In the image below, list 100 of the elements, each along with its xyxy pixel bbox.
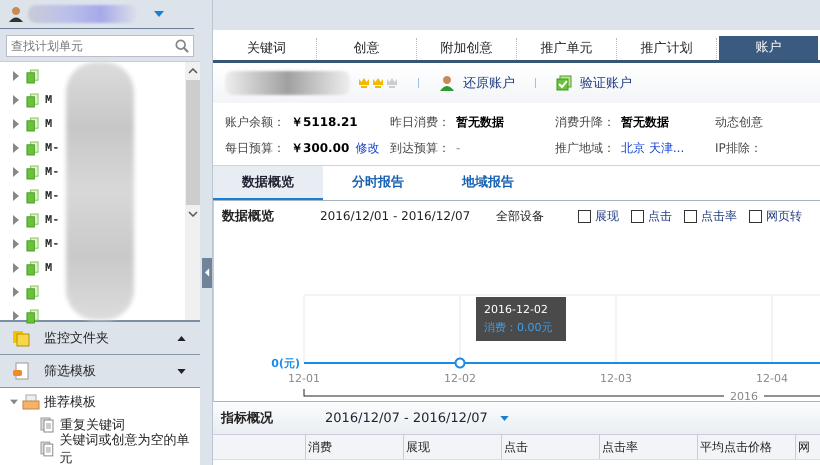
- collapse-handle[interactable]: [202, 258, 212, 288]
- data-point[interactable]: [454, 358, 466, 368]
- scroll-down-icon[interactable]: [188, 211, 198, 217]
- section-title[interactable]: 监控文件夹: [44, 329, 163, 347]
- tree-item-label[interactable]: M: [45, 93, 52, 107]
- template-item-label[interactable]: 关键词或创意为空的单元: [60, 431, 200, 465]
- crown-icon: [386, 77, 398, 89]
- axis-label: 12-01: [288, 372, 320, 385]
- user-icon: [8, 5, 24, 23]
- metric-label[interactable]: 点击: [648, 208, 672, 224]
- axis-label: 0(元): [271, 357, 300, 370]
- field-label: 昨日消费：: [390, 114, 450, 130]
- tab[interactable]: 创意: [317, 38, 417, 60]
- report-tab[interactable]: 数据概览: [213, 166, 323, 200]
- checkbox[interactable]: [684, 210, 697, 222]
- search-field[interactable]: 查找计划单元: [6, 35, 194, 57]
- field-label: 动态创意: [715, 114, 763, 130]
- template-group-label[interactable]: 推荐模板: [44, 393, 96, 411]
- region-link[interactable]: 北京 天津...: [621, 140, 684, 156]
- metric-label[interactable]: 点击率: [701, 208, 737, 224]
- tree-item-label[interactable]: M-: [45, 189, 60, 203]
- column-header[interactable]: 消费: [305, 435, 403, 459]
- account-action-link[interactable]: 还原账户: [463, 74, 515, 92]
- inbox-icon: [22, 394, 40, 410]
- checkbox[interactable]: [578, 210, 591, 222]
- field-value: 暂无数据: [621, 114, 669, 130]
- crown-icon: [358, 77, 370, 89]
- section-title[interactable]: 筛选模板: [44, 362, 163, 380]
- campaign-icon: [26, 164, 39, 180]
- dropdown-arrow-icon[interactable]: [500, 416, 509, 420]
- field-value: ￥300.00: [291, 140, 350, 156]
- field-value: ￥5118.21: [291, 114, 358, 130]
- axis-label: 12-02: [444, 372, 476, 385]
- column-header[interactable]: 展现: [403, 435, 501, 459]
- person-icon: [439, 75, 455, 91]
- field-label: 消费升降：: [555, 114, 615, 130]
- field-label: 账户余额：: [225, 114, 285, 130]
- column-header[interactable]: 平均点击价格: [697, 435, 795, 459]
- tree-item-label[interactable]: M: [45, 117, 52, 131]
- scrollbar[interactable]: [185, 62, 200, 320]
- tree-item-label[interactable]: M-: [45, 141, 60, 155]
- checkbox[interactable]: [749, 210, 762, 222]
- tab[interactable]: 附加创意: [417, 38, 517, 60]
- scroll-up-icon[interactable]: [188, 68, 198, 74]
- tree-item-label[interactable]: M-: [45, 213, 60, 227]
- field-label: 到达预算：: [390, 140, 450, 156]
- checkbox[interactable]: [631, 210, 644, 222]
- tab[interactable]: 推广计划: [617, 38, 717, 60]
- field-label: 推广地域：: [555, 140, 615, 156]
- campaign-icon: [26, 188, 39, 204]
- tooltip-title: 2016-12-02: [484, 302, 549, 318]
- campaign-icon: [26, 140, 39, 156]
- folder-icon: [12, 329, 30, 347]
- document-icon: [40, 417, 54, 433]
- report-tab[interactable]: 分时报告: [323, 166, 433, 200]
- field-label: IP排除：: [715, 140, 762, 156]
- column-header[interactable]: 点击率: [599, 435, 697, 459]
- tab[interactable]: 关键词: [217, 38, 317, 60]
- expand-arrow-icon[interactable]: [177, 336, 186, 340]
- left-arrow-icon[interactable]: [204, 268, 210, 277]
- collapse-arrow-icon[interactable]: [177, 368, 186, 374]
- date-range: 2016/12/01 - 2016/12/07: [320, 209, 472, 223]
- account-action-link[interactable]: 验证账户: [580, 74, 632, 92]
- campaign-icon: [26, 212, 39, 228]
- dropdown-arrow-icon[interactable]: [154, 11, 164, 17]
- axis-label: 12-04: [756, 372, 788, 385]
- column-header[interactable]: 网: [795, 435, 820, 459]
- field-label: 每日预算：: [225, 140, 285, 156]
- tree-item-label[interactable]: M-: [45, 237, 60, 251]
- template-item-label[interactable]: 重复关键词: [60, 416, 125, 434]
- campaign-icon: [26, 116, 39, 132]
- campaign-icon: [26, 236, 39, 252]
- field-value: 暂无数据: [456, 114, 504, 130]
- section-title: 数据概览: [222, 208, 275, 225]
- metric-label[interactable]: 展现: [595, 208, 619, 224]
- tooltip-value: 消费：0.00元: [484, 320, 554, 336]
- edit-link[interactable]: 修改: [355, 140, 380, 156]
- device-filter[interactable]: 全部设备: [496, 208, 578, 224]
- axis-label: 2016: [730, 390, 758, 401]
- metric-label[interactable]: 网页转: [766, 208, 802, 224]
- crown-icon: [372, 77, 384, 89]
- tab[interactable]: 推广单元: [517, 38, 617, 60]
- campaign-icon: [26, 260, 39, 276]
- section-title: 指标概况: [221, 410, 274, 427]
- tree-item-label[interactable]: M: [45, 261, 52, 275]
- date-range[interactable]: 2016/12/07 - 2016/12/07: [325, 410, 488, 426]
- column-header[interactable]: 点击: [501, 435, 599, 459]
- document-icon: [40, 441, 54, 457]
- document-tag-icon: [12, 362, 30, 380]
- search-icon[interactable]: [175, 39, 189, 53]
- campaign-icon: [26, 68, 39, 84]
- tree-item-label[interactable]: M-: [45, 165, 60, 179]
- campaign-icon: [26, 92, 39, 108]
- field-value: -: [456, 141, 460, 155]
- campaign-icon: [26, 284, 39, 300]
- checkmark-icon: [556, 75, 572, 91]
- report-tab[interactable]: 地域报告: [433, 166, 543, 200]
- axis-label: 12-03: [600, 372, 632, 385]
- campaign-icon: [26, 308, 39, 324]
- tab[interactable]: 账户: [719, 36, 818, 60]
